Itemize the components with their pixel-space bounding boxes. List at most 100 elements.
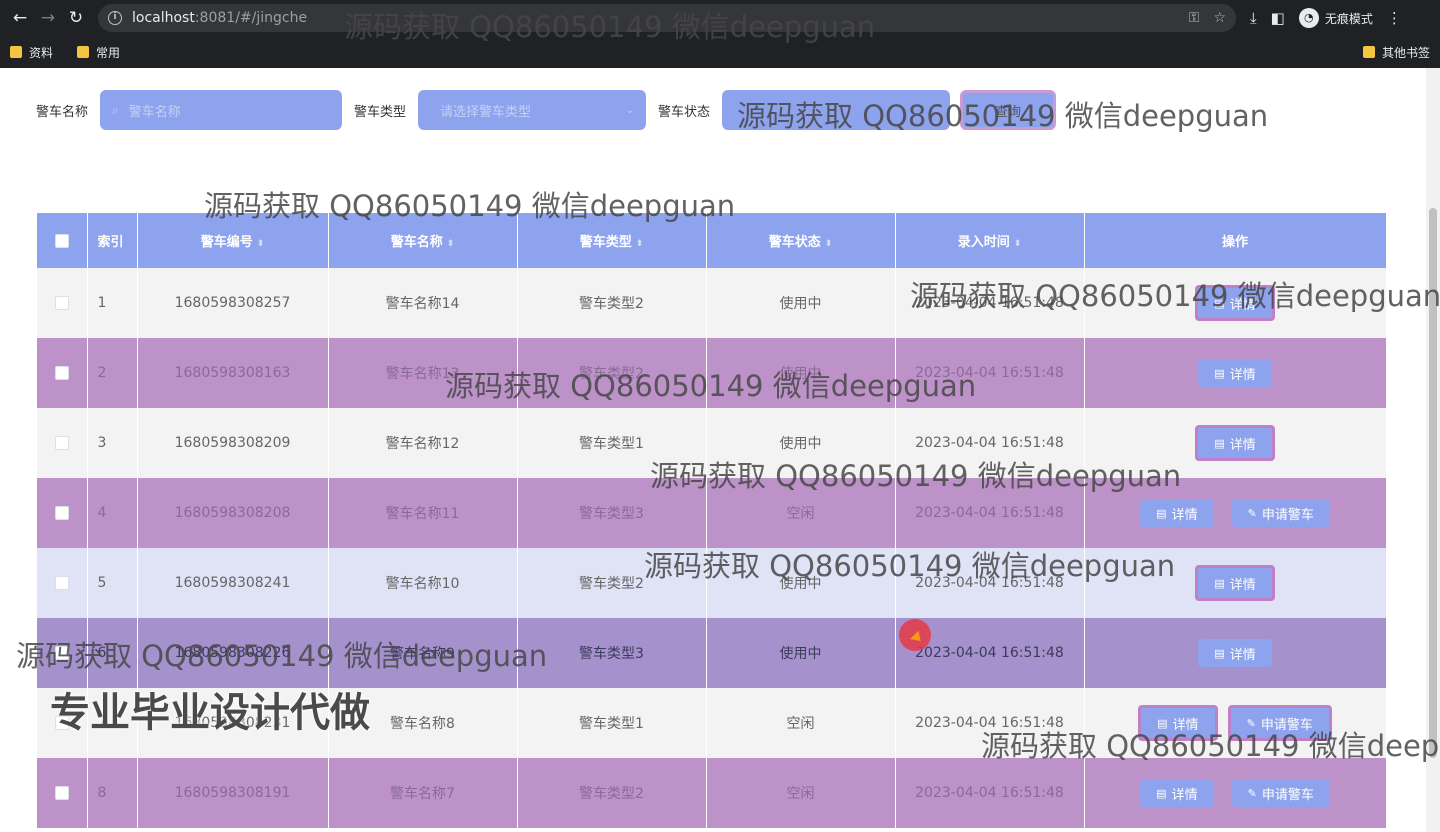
cell-index: 4 [87,478,138,548]
document-icon: ▤ [1214,366,1225,380]
cell-status: 使用中 [706,618,896,688]
detail-label: 详情 [1229,577,1256,593]
detail-label: 详情 [1172,717,1199,733]
col-code[interactable]: 警车编号 ⬍ [137,213,329,268]
row-checkbox[interactable] [54,646,69,660]
edit-icon: ✎ [1247,786,1257,800]
detail-button[interactable]: ▤ 详情 [1138,705,1218,741]
row-checkbox[interactable] [54,576,69,590]
type-select[interactable]: 请选择警车类型 ⌄ [418,90,647,130]
cell-status: 使用中 [706,548,896,618]
detail-button[interactable]: ▤ 详情 [1140,499,1214,527]
detail-button[interactable]: ▤ 详情 [1198,359,1272,387]
bookmarks-bar: 资料 常用 其他书签 [0,36,1440,68]
apply-label: 申请警车 [1261,507,1314,523]
url-path: :8081/#/jingche [194,10,308,26]
other-bookmarks[interactable]: 其他书签 [1362,44,1430,61]
incognito-indicator[interactable]: ◔ 无痕模式 [1298,8,1373,28]
detail-button[interactable]: ▤ 详情 [1198,639,1272,667]
scrollbar-thumb[interactable] [1429,208,1437,758]
bookmark-folder-1[interactable]: 资料 [10,44,53,61]
row-select-cell [37,548,88,618]
cell-actions: ▤ 详情 [1084,618,1387,688]
row-checkbox[interactable] [54,296,69,310]
detail-button[interactable]: ▤ 详情 [1140,779,1214,807]
edit-icon: ✎ [1247,506,1257,520]
col-name-label: 警车名称 [390,235,443,250]
col-status[interactable]: 警车状态 ⬍ [706,213,896,268]
row-checkbox[interactable] [54,786,69,800]
detail-label: 详情 [1229,297,1256,313]
select-all-checkbox[interactable] [54,233,69,248]
cell-type: 警车类型2 [517,548,707,618]
apply-button[interactable]: ✎ 申请警车 [1227,705,1332,741]
row-select-cell [37,338,88,408]
document-icon: ▤ [1157,716,1168,730]
sort-icon[interactable]: ⬍ [825,239,833,249]
table-row: 6 1680598308226 警车名称9 警车类型3 使用中 2023-04-… [37,618,1387,688]
folder-icon [10,46,22,58]
apply-button[interactable]: ✎ 申请警车 [1231,779,1330,807]
cell-code: 1680598308191 [137,758,329,828]
cell-type: 警车类型2 [517,268,707,338]
bookmark-folder-2[interactable]: 常用 [77,44,120,61]
star-icon[interactable]: ☆ [1213,10,1226,26]
detail-button[interactable]: ▤ 详情 [1195,425,1275,461]
folder-icon [77,46,90,58]
table-header: 索引 警车编号 ⬍ 警车名称 ⬍ 警车类型 ⬍ 警车状态 ⬍ 录入时间 ⬍ 操作 [37,213,1387,268]
cell-name: 警车名称11 [328,478,518,548]
detail-label: 详情 [1229,647,1256,663]
vertical-scrollbar[interactable] [1426,68,1440,832]
cell-index: 5 [87,548,138,618]
status-select[interactable] [722,90,951,130]
search-form: 警车名称 ⌕ 警车名称 警车类型 请选择警车类型 ⌄ 警车状态 查询 [36,90,1057,130]
col-type-label: 警车类型 [579,235,632,250]
reload-icon[interactable]: ↻ [62,4,90,32]
row-checkbox[interactable] [54,506,69,520]
cell-code: 1680598308163 [137,338,329,408]
col-code-label: 警车编号 [200,235,253,250]
download-icon[interactable]: ⤓ [1250,9,1257,27]
apply-label: 申请警车 [1261,787,1314,803]
back-icon[interactable]: ← [6,4,34,32]
name-search-input[interactable]: ⌕ 警车名称 [100,90,343,130]
cell-code: 1680598308209 [137,408,329,478]
key-icon[interactable]: ⚿ [1189,10,1200,26]
table-row: 4 1680598308208 警车名称11 警车类型3 空闲 2023-04-… [37,478,1387,548]
cell-name: 警车名称14 [328,268,518,338]
col-time[interactable]: 录入时间 ⬍ [895,213,1085,268]
table-row: 1 1680598308257 警车名称14 警车类型2 使用中 2023-04… [37,268,1387,338]
incognito-icon: ◔ [1298,8,1319,28]
sort-icon[interactable]: ⬍ [1014,239,1022,249]
detail-button[interactable]: ▤ 详情 [1195,565,1275,601]
row-select-cell [37,408,88,478]
query-button[interactable]: 查询 [960,90,1057,130]
menu-icon[interactable]: ⋮ [1387,9,1402,27]
sort-icon[interactable]: ⬍ [447,239,455,249]
row-checkbox[interactable] [54,366,69,380]
row-checkbox[interactable] [54,716,69,730]
type-placeholder: 请选择警车类型 [440,104,532,120]
address-bar[interactable]: i localhost:8081/#/jingche ⚿ ☆ [98,4,1236,32]
cell-code: 1680598308208 [137,478,329,548]
sort-icon[interactable]: ⬍ [257,239,265,249]
detail-button[interactable]: ▤ 详情 [1195,285,1275,321]
row-checkbox[interactable] [54,436,69,450]
col-type[interactable]: 警车类型 ⬍ [517,213,707,268]
bookmark-label: 常用 [96,45,121,60]
cell-time: 2023-04-04 16:51:48 [895,408,1085,478]
incognito-label: 无痕模式 [1324,11,1373,26]
detail-label: 详情 [1171,787,1198,803]
sidepanel-icon[interactable]: ◧ [1271,9,1285,27]
apply-button[interactable]: ✎ 申请警车 [1231,499,1330,527]
cell-code: 1680598308257 [137,268,329,338]
col-index: 索引 [87,213,138,268]
cell-index: 2 [87,338,138,408]
sort-icon[interactable]: ⬍ [636,239,644,249]
site-info-icon[interactable]: i [108,11,122,25]
forward-icon[interactable]: → [34,4,62,32]
cell-actions: ▤ 详情 [1084,338,1387,408]
cell-time: 2023-04-04 16:51:48 [895,548,1085,618]
chevron-down-icon: ⌄ [625,104,635,116]
col-name[interactable]: 警车名称 ⬍ [328,213,518,268]
